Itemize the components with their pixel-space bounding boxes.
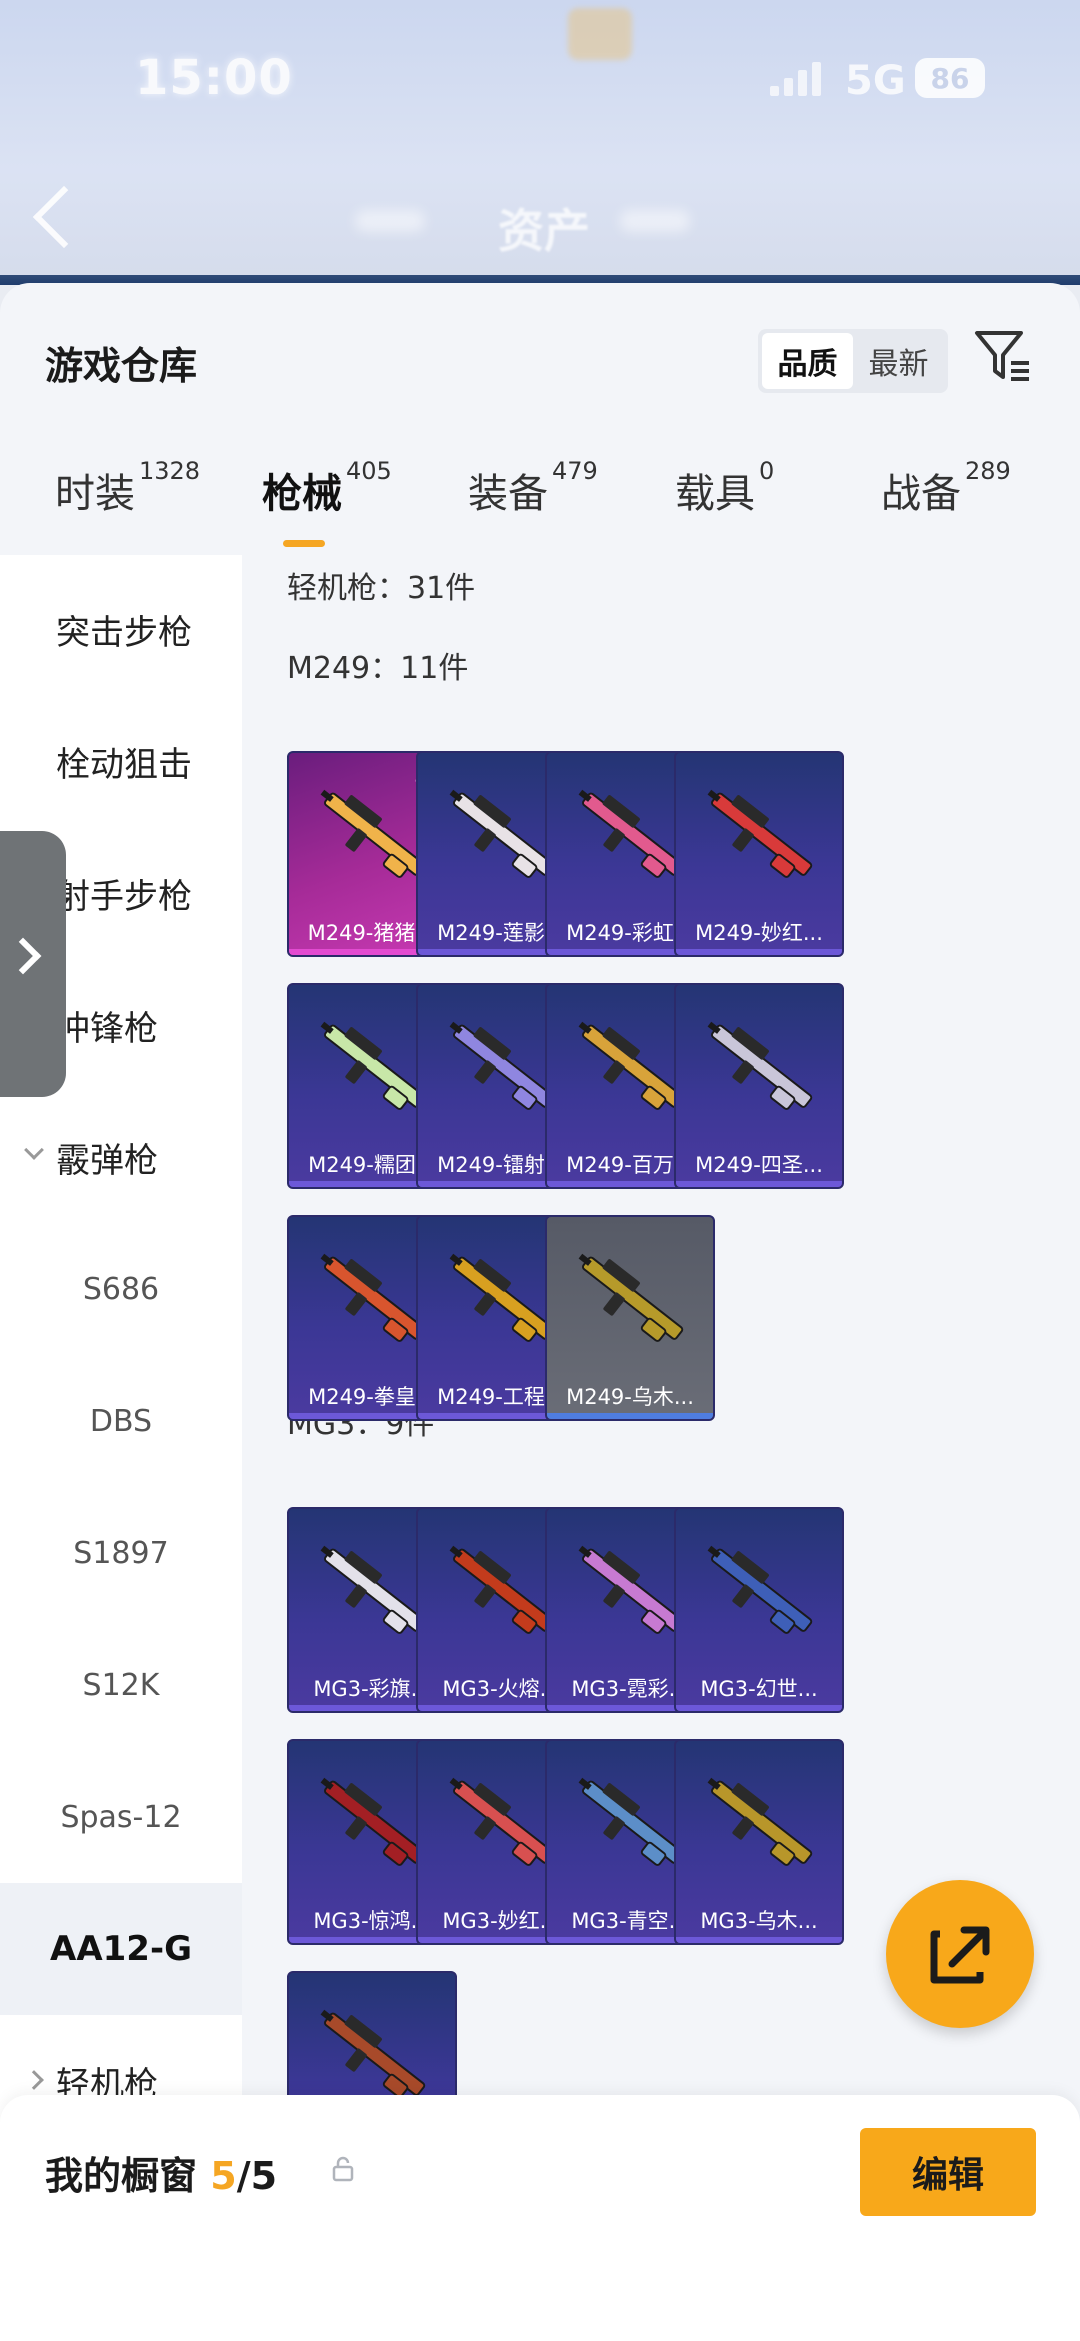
sidebar-item-label: DBS [89,1403,153,1439]
battery-icon: 86 [915,58,985,98]
sidebar-item-dbs[interactable]: DBS [0,1355,242,1487]
tab-fashion[interactable]: 时装 1328 [55,457,200,519]
weapon-card[interactable]: M249-乌木... [545,1215,715,1421]
nav-tab-blur-left [355,210,425,232]
sidebar-item-label: 突击步枪 [56,612,192,653]
sidebar-item-bolt-sniper[interactable]: 栓动狙击 [0,695,242,827]
showcase-title: 我的橱窗 [45,2154,198,2198]
sidebar-item-aa12g[interactable]: AA12-G [0,1883,242,2015]
sidebar-item-label: AA12-G [50,1929,192,1969]
sidebar-item-s12k[interactable]: S12K [0,1619,242,1751]
group-header-m249: M249：11件 [287,651,469,686]
filter-icon[interactable] [973,327,1033,387]
active-tab-indicator [283,540,325,547]
edit-button[interactable]: 编辑 [860,2128,1036,2216]
tab-count: 289 [965,457,1011,485]
sidebar-item-spas12[interactable]: Spas-12 [0,1751,242,1883]
app-header-backdrop: 15:00 5G 86 资产 [0,0,1080,285]
rarity-stripe [676,1181,842,1187]
sidebar-item-s1897[interactable]: S1897 [0,1487,242,1619]
weapon-image [707,789,813,878]
tab-count: 0 [759,457,775,485]
status-time: 15:00 [135,50,293,106]
sidebar-item-shotgun[interactable]: 霰弹枪 [0,1091,242,1223]
tab-vehicles[interactable]: 载具 0 [675,457,774,519]
avatar [568,8,632,60]
sort-option-newest[interactable]: 最新 [853,333,944,389]
sort-toggle: 品质 最新 [758,329,948,393]
sheet-title: 游戏仓库 [45,344,198,388]
rarity-stripe [676,1937,842,1943]
battery-level: 86 [930,61,970,95]
weapon-card-label: MG3-乌木... [700,1909,818,1933]
tab-count: 1328 [139,457,201,485]
tab-equipment[interactable]: 装备 479 [468,457,598,519]
share-button[interactable] [886,1880,1034,2028]
signal-icon [770,58,822,96]
nav-tab-blur-right [620,210,690,232]
showcase-bar: 我的橱窗 5/5 编辑 [0,2095,1080,2341]
sidebar-item-label: 射手步枪 [56,876,192,917]
tab-count: 405 [346,457,392,485]
tab-label: 载具 [675,471,755,517]
weapon-card[interactable]: MG3-幻世... [674,1507,844,1713]
showcase-current-count: 5 [210,2154,237,2198]
weapon-image [707,1021,813,1110]
sidebar-item-label: 冲锋枪 [56,1008,158,1049]
tab-label: 战备 [881,471,961,517]
chevron-down-icon [24,1140,44,1160]
sidebar-item-label: Spas-12 [60,1799,182,1835]
share-icon [930,1926,990,1984]
sidebar-item-assault-rifle[interactable]: 突击步枪 [0,563,242,695]
section-header: 轻机枪：31件 [287,571,476,606]
category-tabs: 时装 1328 枪械 405 装备 479 载具 0 战备 289 [0,457,1080,551]
rarity-stripe [676,1705,842,1711]
weapon-card-label: M249-妙红... [695,921,823,945]
page-title: 资产 [498,204,590,258]
sidebar-item-label: S686 [82,1271,160,1307]
tab-label: 枪械 [262,471,342,517]
showcase-total-count: /5 [236,2154,278,2198]
weapon-card[interactable]: M249-妙红... [674,751,844,957]
sidebar-item-label: 栓动狙击 [56,744,192,785]
tab-label: 时装 [55,471,135,517]
sidebar-item-s686[interactable]: S686 [0,1223,242,1355]
tab-supplies[interactable]: 战备 289 [881,457,1011,519]
weapon-grid: 轻机枪：31件 M249：11件 MG3：9件 5级M249-猪猪侠M249-莲… [242,555,1080,2341]
weapon-image [707,1777,813,1866]
chevron-right-icon [24,2070,44,2090]
tab-count: 479 [552,457,598,485]
sort-option-quality[interactable]: 品质 [762,333,853,389]
lock-icon [332,2156,354,2182]
weapon-card-label: M249-乌木... [566,1385,694,1409]
sidebar-item-label: S1897 [73,1535,169,1571]
rarity-stripe [547,1413,713,1419]
rarity-stripe [676,949,842,955]
drawer-handle-icon [4,937,42,975]
sidebar-item-label: 霰弹枪 [56,1140,158,1181]
weapon-card[interactable]: MG3-乌木... [674,1739,844,1945]
drawer-handle[interactable] [0,831,66,1097]
warehouse-sheet: 游戏仓库 品质 最新 时装 1328 枪械 405 装备 479 载具 0 战备 289 … [0,283,1080,2341]
weapon-card[interactable]: M249-四圣... [674,983,844,1189]
weapon-type-sidebar: 突击步枪 栓动狙击 射手步枪 冲锋枪 霰弹枪 S686 DBS S1897 S1… [0,555,242,2341]
weapon-image [707,1545,813,1634]
tab-firearms[interactable]: 枪械 405 [262,457,392,519]
weapon-card-label: M249-四圣... [695,1153,823,1177]
showcase-label: 我的橱窗 5/5 [45,2145,277,2200]
tab-label: 装备 [468,471,548,517]
sidebar-item-label: S12K [82,1667,160,1703]
weapon-image [578,1253,684,1342]
weapon-card-label: MG3-幻世... [700,1677,818,1701]
network-label: 5G [845,58,906,104]
